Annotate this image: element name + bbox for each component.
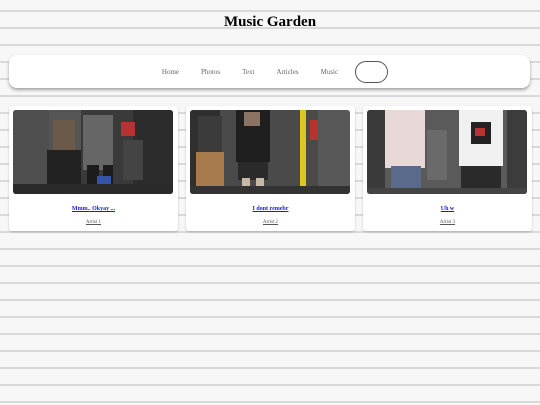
card-artist-link[interactable]: Artist 2 <box>186 220 355 225</box>
music-card[interactable]: I dont remebr Artist 2 <box>186 106 355 231</box>
main-navbar: Home Photos Text Articles Music <box>9 55 530 88</box>
card-title[interactable]: Uh w <box>363 206 532 212</box>
nav-home[interactable]: Home <box>162 68 179 76</box>
card-photo[interactable] <box>190 110 350 194</box>
nav-photos[interactable]: Photos <box>201 68 220 76</box>
street-photo-image <box>13 110 173 194</box>
site-title: Music Garden <box>223 14 317 30</box>
music-card[interactable]: Uh w Artist 3 <box>363 106 532 231</box>
card-title[interactable]: I dont remebr <box>186 206 355 212</box>
card-photo[interactable] <box>13 110 173 194</box>
nav-text[interactable]: Text <box>242 68 254 76</box>
card-artist-link[interactable]: Artist 3 <box>363 220 532 225</box>
card-artist-link[interactable]: Artist 1 <box>9 220 178 225</box>
music-card[interactable]: Mmm.. Okyay ... Artist 1 <box>9 106 178 231</box>
nav-articles[interactable]: Articles <box>276 68 298 76</box>
nav-music[interactable]: Music <box>321 68 339 76</box>
street-photo-image <box>190 110 350 194</box>
music-cards: Mmm.. Okyay ... Artist 1 I dont remebr A <box>9 106 532 232</box>
search-pill-button[interactable] <box>355 60 389 83</box>
street-photo-image <box>367 110 527 194</box>
card-title[interactable]: Mmm.. Okyay ... <box>9 206 178 212</box>
card-photo[interactable] <box>367 110 527 194</box>
